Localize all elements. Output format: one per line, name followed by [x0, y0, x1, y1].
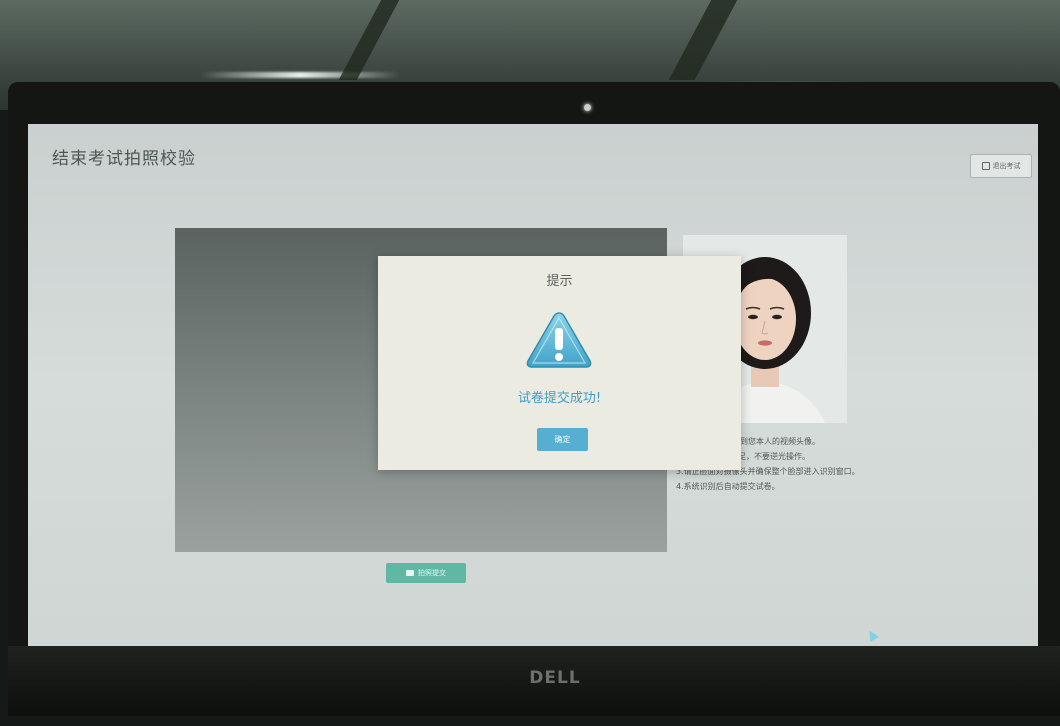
camera-icon: [406, 570, 414, 576]
dialog-message: 试卷提交成功!: [517, 391, 602, 406]
dialog-title: 提示: [546, 274, 573, 289]
mouse-cursor: [865, 628, 879, 642]
page-title: 结束考试拍照校验: [52, 149, 196, 169]
exit-icon: [981, 162, 990, 170]
webcam-light: [584, 104, 591, 111]
exit-exam-button[interactable]: 退出考试: [970, 154, 1032, 178]
screen: 结束考试拍照校验 退出考试 窗口中应清晰的看到您本人的视频头像。 光充足，不要逆…: [28, 124, 1038, 646]
capture-submit-button[interactable]: 拍照提交: [386, 563, 466, 583]
ceiling-beam: [668, 0, 738, 80]
warning-triangle-icon: [525, 310, 593, 374]
confirm-button[interactable]: 确定: [537, 428, 588, 451]
ceiling-beam: [338, 0, 400, 80]
monitor-logo: DELL: [529, 668, 581, 688]
alert-dialog: 提示 试卷提交成功! 确定: [378, 256, 741, 470]
instruction-item: 4.系统识别后自动提交试卷。: [676, 482, 780, 491]
ceiling-light: [200, 72, 400, 78]
capture-submit-label: 拍照提交: [418, 569, 446, 577]
exit-exam-label: 退出考试: [992, 162, 1021, 170]
